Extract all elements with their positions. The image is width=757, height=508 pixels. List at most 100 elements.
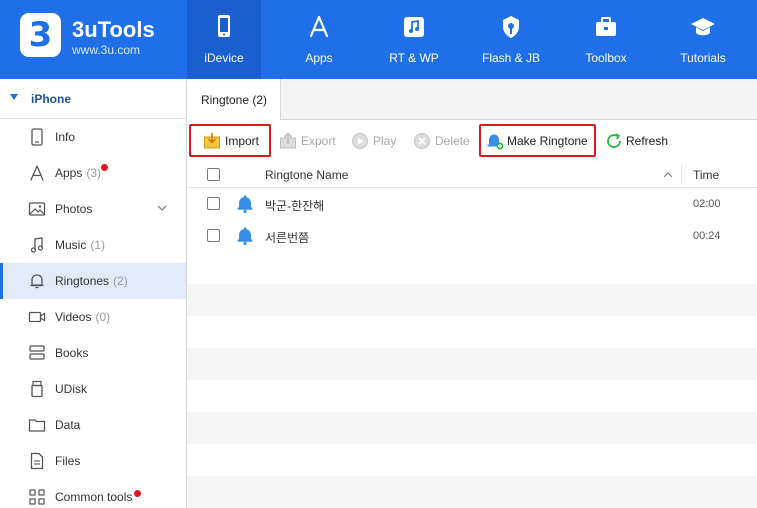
app-name: 3uTools	[72, 17, 155, 42]
bell-icon	[30, 274, 44, 289]
make-ringtone-button[interactable]: Make Ringtone	[486, 127, 592, 155]
sidebar-item-photos[interactable]: Photos	[0, 191, 186, 227]
chevron-down-icon[interactable]	[157, 203, 167, 213]
delete-icon	[414, 133, 430, 149]
delete-label: Delete	[435, 134, 470, 148]
sidebar-item-label: Info	[55, 130, 76, 144]
video-icon	[28, 311, 46, 323]
usb-icon	[31, 380, 43, 398]
column-divider[interactable]	[681, 165, 682, 184]
column-header-name[interactable]: Ringtone Name	[265, 168, 348, 182]
grid-icon	[29, 489, 45, 505]
sidebar-item-info[interactable]: Info	[0, 119, 186, 155]
sidebar-item-data[interactable]: Data	[0, 407, 186, 443]
phone-icon	[218, 15, 230, 37]
delete-button[interactable]: Delete	[413, 127, 473, 155]
bell-icon	[237, 227, 253, 246]
nav-label: Apps	[305, 51, 333, 65]
empty-row	[187, 380, 757, 412]
device-header[interactable]: iPhone	[0, 79, 186, 119]
empty-row	[187, 284, 757, 316]
sidebar-item-music[interactable]: Music (1)	[0, 227, 186, 263]
empty-row	[187, 316, 757, 348]
refresh-button[interactable]: Refresh	[605, 127, 669, 155]
phone-outline-icon	[31, 128, 43, 146]
sidebar-item-common-tools[interactable]: Common tools	[0, 479, 186, 508]
empty-row	[187, 476, 757, 508]
sort-asc-icon[interactable]	[663, 171, 673, 179]
export-button[interactable]: Export	[279, 127, 339, 155]
row-checkbox[interactable]	[207, 229, 220, 242]
sidebar-item-label: Photos	[55, 202, 93, 216]
music-icon	[30, 237, 44, 253]
music-note-icon	[404, 17, 424, 37]
sidebar-item-label: Books	[55, 346, 89, 360]
nav-tutorials[interactable]: Tutorials	[666, 0, 740, 79]
tab-label: Ringtone (2)	[200, 93, 268, 107]
sidebar-item-label: UDisk	[55, 382, 87, 396]
flash-key-icon	[503, 16, 519, 38]
file-icon	[30, 452, 44, 470]
photo-icon	[28, 202, 46, 216]
export-label: Export	[301, 134, 336, 148]
table-row[interactable]: 서른번쯤 00:24	[187, 220, 757, 252]
import-button[interactable]: Import	[203, 127, 265, 155]
nav-idevice[interactable]: iDevice	[187, 0, 261, 79]
ringtone-name: 서른번쯤	[265, 231, 310, 245]
empty-row	[187, 252, 757, 284]
book-icon	[29, 345, 45, 360]
ringtone-time: 00:24	[693, 230, 721, 242]
make-ringtone-label: Make Ringtone	[507, 134, 588, 148]
sidebar-item-count: (2)	[113, 274, 128, 288]
empty-row	[187, 348, 757, 380]
tab-bar: Ringtone (2)	[187, 79, 757, 120]
sidebar-item-books[interactable]: Books	[0, 335, 186, 371]
nav-label: Tutorials	[680, 51, 726, 65]
toolbox-icon	[596, 17, 616, 36]
nav-rt-wp[interactable]: RT & WP	[377, 0, 451, 79]
nav-toolbox[interactable]: Toolbox	[569, 0, 643, 79]
sidebar-item-label: Apps	[55, 166, 83, 180]
sidebar-item-udisk[interactable]: UDisk	[0, 371, 186, 407]
sidebar-item-videos[interactable]: Videos (0)	[0, 299, 186, 335]
play-button[interactable]: Play	[351, 127, 401, 155]
play-label: Play	[373, 134, 397, 148]
row-checkbox[interactable]	[207, 197, 220, 210]
bell-add-icon	[487, 134, 504, 150]
app-logo: 3 3uTools www.3u.com	[20, 13, 180, 65]
export-icon	[280, 132, 296, 149]
import-label: Import	[225, 134, 260, 148]
graduation-cap-icon	[691, 18, 715, 36]
refresh-label: Refresh	[626, 134, 669, 148]
app-icon	[30, 165, 44, 181]
sidebar: iPhone Info Apps (3) Photos Music (1) Ring…	[0, 79, 187, 508]
column-header-time[interactable]: Time	[693, 168, 719, 182]
nav-flash-jb[interactable]: Flash & JB	[474, 0, 548, 79]
empty-row	[187, 444, 757, 476]
import-icon	[204, 133, 220, 149]
sidebar-item-ringtones[interactable]: Ringtones (2)	[0, 263, 186, 299]
select-all-checkbox[interactable]	[207, 168, 220, 181]
nav-label: Toolbox	[585, 51, 627, 65]
app-store-icon	[309, 15, 329, 38]
refresh-icon	[607, 133, 621, 148]
collapse-caret-icon	[10, 94, 18, 100]
app-website: www.3u.com	[72, 43, 141, 57]
sidebar-item-apps[interactable]: Apps (3)	[0, 155, 186, 191]
device-name: iPhone	[31, 92, 72, 106]
logo-mark: 3	[20, 13, 61, 57]
nav-label: Flash & JB	[481, 51, 541, 65]
nav-apps[interactable]: Apps	[282, 0, 356, 79]
sidebar-item-label: Ringtones	[55, 274, 110, 288]
sidebar-item-files[interactable]: Files	[0, 443, 186, 479]
ringtone-name: 박군-한잔해	[265, 199, 325, 213]
ringtone-time: 02:00	[693, 198, 721, 210]
table-row[interactable]: 박군-한잔해 02:00	[187, 188, 757, 220]
bell-icon	[237, 195, 253, 214]
table-header: Ringtone Name Time	[187, 161, 757, 188]
tab-ringtone[interactable]: Ringtone (2)	[187, 79, 281, 120]
top-header: 3 3uTools www.3u.com iDevice Apps RT & W…	[0, 0, 757, 79]
sidebar-item-label: Videos	[55, 310, 92, 324]
notification-dot	[134, 490, 141, 497]
nav-label: RT & WP	[389, 51, 439, 65]
